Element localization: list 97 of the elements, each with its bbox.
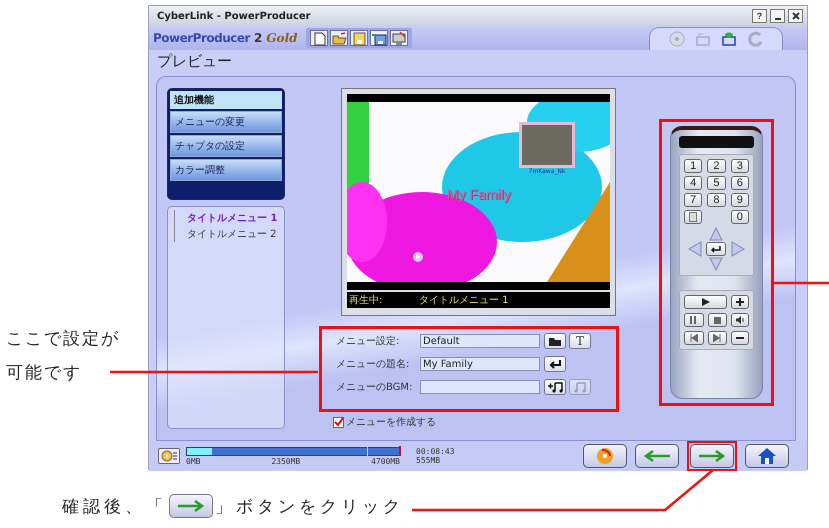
feature-menu-header: 追加機能 <box>170 91 282 109</box>
stop-button[interactable] <box>708 313 727 327</box>
number-key[interactable]: 7 <box>684 193 702 207</box>
play-circle-icon[interactable] <box>413 252 423 262</box>
mute-button[interactable] <box>731 313 749 327</box>
number-key[interactable]: 8 <box>707 193 726 207</box>
speaker-icon <box>736 316 744 324</box>
toolbar-button[interactable] <box>330 30 348 46</box>
next-icon <box>713 334 722 342</box>
help-button[interactable]: ? <box>752 9 767 23</box>
checkbox[interactable] <box>333 416 344 428</box>
field-label: メニュー設定: <box>336 334 400 348</box>
previous-button[interactable] <box>684 331 704 345</box>
music-add-button[interactable] <box>544 379 566 395</box>
enter-button[interactable] <box>544 356 566 372</box>
number-key[interactable]: 2 <box>707 159 726 173</box>
tree-item[interactable]: タイトルメニュー 1 <box>174 210 282 226</box>
number-key[interactable]: 4 <box>684 176 702 190</box>
status-label: 再生中: <box>348 294 384 307</box>
logo-edition: Gold <box>266 31 298 45</box>
input-field[interactable]: Default <box>420 334 540 348</box>
add-music-icon <box>547 381 563 393</box>
number-key[interactable]: 1 <box>684 159 702 173</box>
left-arrow-icon <box>642 450 672 462</box>
plus-icon <box>736 298 744 306</box>
back-button[interactable] <box>635 444 679 468</box>
burn-step-icon <box>746 31 764 47</box>
number-key[interactable]: 9 <box>730 193 749 207</box>
arrow-button-icon <box>169 494 213 518</box>
disc-icon <box>161 450 177 462</box>
capacity-label: 4700MB <box>371 456 400 466</box>
next-button[interactable] <box>708 331 727 345</box>
checkbox-label: メニューを作成する <box>346 416 436 429</box>
tree-item[interactable]: タイトルメニュー 2 <box>174 226 282 242</box>
number-key[interactable]: 6 <box>730 176 749 190</box>
close-icon <box>792 12 800 20</box>
minus-icon <box>736 334 744 342</box>
logo-version: 2 <box>254 31 262 45</box>
pause-button[interactable] <box>684 313 704 327</box>
toolbar-button[interactable] <box>390 30 408 46</box>
text-button[interactable]: T <box>569 333 591 349</box>
disc-icon <box>594 447 616 465</box>
callout-text: 確認後、「 <box>62 496 167 518</box>
enter-icon <box>548 359 562 369</box>
burn-button[interactable] <box>583 444 627 468</box>
folder-icon <box>548 336 562 346</box>
volume-down-button[interactable] <box>731 331 749 345</box>
page-title: プレビュー <box>156 51 233 72</box>
step-item[interactable] <box>720 31 738 47</box>
feature-menu-item[interactable]: メニューの変更 <box>170 111 282 133</box>
home-button[interactable] <box>745 444 789 468</box>
callout-text: 」ボタンをクリック <box>215 496 404 518</box>
disc-step-icon <box>668 31 686 47</box>
app-logo: PowerProducer <box>153 31 250 45</box>
preview-step-icon <box>720 31 738 47</box>
field-label: メニューのBGM: <box>336 381 414 394</box>
input-field[interactable] <box>420 380 540 394</box>
right-arrow-icon <box>697 450 727 462</box>
page-icon <box>689 212 698 222</box>
photo-placeholder <box>519 122 575 168</box>
menu-key[interactable] <box>684 210 702 224</box>
toolbar-button[interactable] <box>310 30 328 46</box>
close-button[interactable] <box>788 9 803 23</box>
music-icon <box>572 381 588 393</box>
number-key[interactable]: 3 <box>730 159 749 173</box>
toolbar-button[interactable] <box>370 30 388 46</box>
number-key[interactable]: 5 <box>707 176 726 190</box>
play-button[interactable] <box>684 295 727 309</box>
minimize-button[interactable] <box>770 9 785 23</box>
capacity-label: 0MB <box>186 456 200 466</box>
feature-menu-item[interactable]: チャプタの設定 <box>170 135 282 157</box>
play-icon <box>702 298 710 306</box>
save-icon <box>350 30 367 46</box>
stop-icon <box>714 316 721 324</box>
number-key[interactable]: 0 <box>730 210 749 224</box>
window-title: CyberLink - PowerProducer <box>157 10 311 22</box>
open-icon <box>330 30 347 46</box>
feature-menu-item[interactable]: カラー調整 <box>170 159 282 181</box>
previous-icon <box>690 334 698 342</box>
toolbar-button[interactable] <box>350 30 368 46</box>
callout-text: ここで設定が可能です <box>6 328 121 385</box>
status-value: タイトルメニュー 1 <box>419 294 509 307</box>
enter-key[interactable] <box>706 242 726 256</box>
folder-button[interactable] <box>544 333 566 349</box>
field-label: メニューの題名: <box>336 358 410 371</box>
export-icon <box>390 30 407 46</box>
edit-step-icon <box>694 31 712 47</box>
home-icon <box>757 447 777 465</box>
enter-icon <box>710 244 722 254</box>
duration-text: 00:08:43 <box>416 447 455 456</box>
volume-up-button[interactable] <box>731 295 749 309</box>
input-field[interactable]: My Family <box>420 357 540 371</box>
disc-info-button[interactable] <box>158 448 180 464</box>
size-text: 555MB <box>416 456 442 465</box>
menu-title: My Family <box>447 186 511 202</box>
pause-icon <box>690 316 698 324</box>
capacity-label: 2350MB <box>271 456 300 466</box>
